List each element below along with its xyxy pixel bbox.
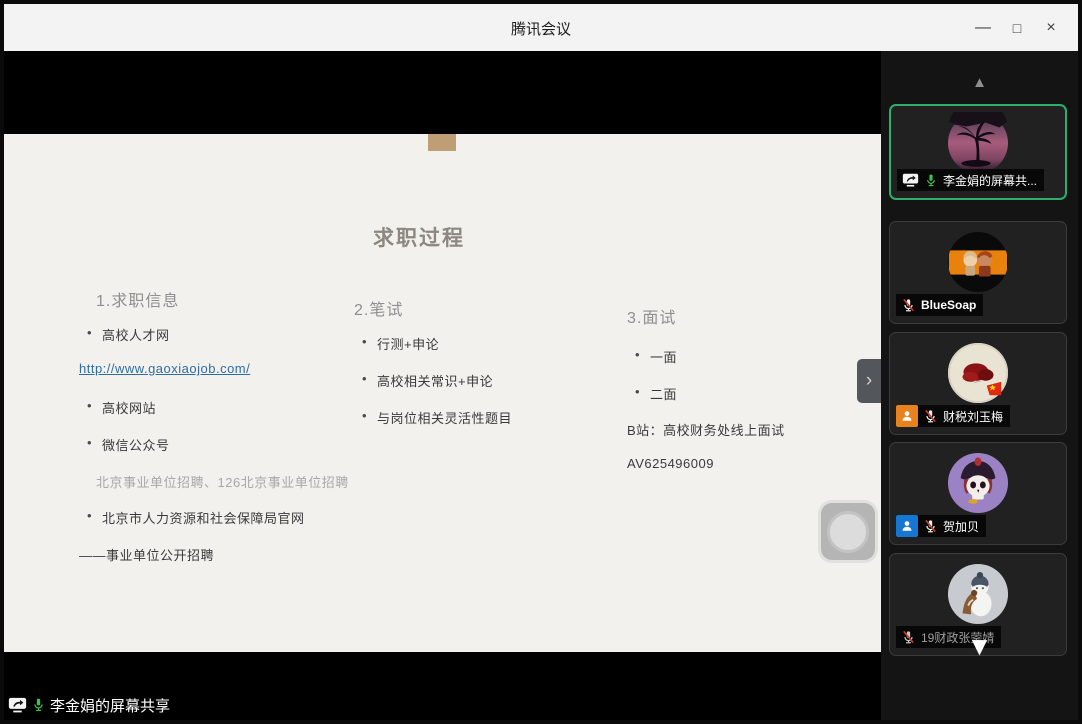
slide-col1-heading: 1.求职信息: [96, 287, 179, 311]
slide-title: 求职过程: [4, 222, 834, 252]
person-icon: [900, 519, 914, 533]
slide-link: http://www.gaoxiaojob.com/: [79, 361, 250, 376]
window-controls: — □ ×: [966, 4, 1068, 51]
slide-col1-item: 高校人才网: [102, 325, 170, 344]
slide-accent-square: [428, 134, 456, 151]
slide-col1-item: 高校网站: [102, 398, 156, 417]
maximize-button[interactable]: □: [1000, 13, 1034, 43]
slide-col3-heading: 3.面试: [627, 304, 676, 328]
slide-col3-line: AV625496009: [627, 456, 714, 471]
tencent-meeting-window: 腾讯会议 — □ × 求职过程 1.求职信息 高校人才网 http://www.…: [0, 0, 1082, 724]
minimize-icon: —: [975, 19, 991, 37]
slide-col1-dash-line: ——事业单位公开招聘: [79, 545, 214, 564]
scroll-down-button[interactable]: ▼: [881, 633, 1078, 659]
participant-tile-lijinjuan-share[interactable]: 李金娟的屏幕共...: [889, 104, 1067, 200]
shared-screen-stage: 求职过程 1.求职信息 高校人才网 http://www.gaoxiaojob.…: [4, 51, 881, 720]
member-badge-orange: [896, 405, 918, 427]
participant-name: BlueSoap: [921, 298, 976, 312]
screen-share-banner: 李金娟的屏幕共享: [8, 692, 170, 718]
window-title: 腾讯会议: [4, 18, 1078, 39]
slide-col1-note: 北京事业单位招聘、126北京事业单位招聘: [96, 472, 349, 491]
meeting-content: 求职过程 1.求职信息 高校人才网 http://www.gaoxiaojob.…: [4, 51, 1078, 720]
slide-col3-line: B站：高校财务处线上面试: [627, 420, 785, 439]
floating-pointer-control[interactable]: [821, 503, 875, 560]
scroll-up-button[interactable]: ▲: [881, 75, 1078, 90]
screen-share-icon: [8, 697, 27, 713]
collapse-sidebar-button[interactable]: ›: [857, 359, 881, 403]
slide-col2-heading: 2.笔试: [354, 296, 403, 320]
participant-label: 李金娟的屏幕共...: [897, 169, 1044, 191]
snowman-fox-avatar: [947, 563, 1009, 625]
slide-col2-item: 高校相关常识+申论: [377, 371, 493, 390]
slide-col1-item: 北京市人力资源和社会保障局官网: [102, 508, 305, 527]
mic-muted-icon: [923, 409, 938, 424]
slide-col1-item: 微信公众号: [102, 435, 170, 454]
participant-label: BlueSoap: [896, 294, 983, 316]
slide-col3-item: 二面: [650, 384, 677, 403]
minimize-button[interactable]: —: [966, 13, 1000, 43]
member-badge-blue: [896, 515, 918, 537]
mic-on-icon: [924, 173, 938, 188]
pointer-dot: [827, 511, 869, 553]
participant-name: 财税刘玉梅: [943, 408, 1003, 425]
mic-on-icon: [31, 697, 46, 713]
palm-sunset-avatar: [947, 112, 1009, 174]
mic-muted-icon: [901, 298, 916, 313]
participant-label: 贺加贝: [896, 515, 986, 537]
maximize-icon: □: [1013, 20, 1021, 36]
participant-name: 李金娟的屏幕共...: [943, 172, 1037, 189]
slide-col3-item: 一面: [650, 347, 677, 366]
mic-muted-icon: [923, 519, 938, 534]
close-icon: ×: [1046, 19, 1055, 37]
rose-avatar: [947, 342, 1009, 404]
participant-name: 贺加贝: [943, 518, 979, 535]
participants-sidebar: ▲: [881, 51, 1078, 720]
anime-duo-avatar: [947, 231, 1009, 293]
screen-share-icon: [902, 173, 919, 187]
participant-tile-hejiabei[interactable]: 贺加贝: [889, 442, 1067, 545]
share-banner-label: 李金娟的屏幕共享: [50, 695, 170, 716]
chevron-right-icon: ›: [866, 371, 872, 390]
slide-col2-item: 行测+申论: [377, 334, 439, 353]
participant-tile-bluesoap[interactable]: BlueSoap: [889, 221, 1067, 324]
person-icon: [900, 409, 914, 423]
close-button[interactable]: ×: [1034, 13, 1068, 43]
participant-label: 财税刘玉梅: [896, 405, 1010, 427]
participant-tile-caishui[interactable]: 财税刘玉梅: [889, 332, 1067, 435]
titlebar: 腾讯会议 — □ ×: [4, 4, 1078, 51]
skull-cartoon-avatar: [947, 452, 1009, 514]
shared-slide: 求职过程 1.求职信息 高校人才网 http://www.gaoxiaojob.…: [4, 134, 881, 652]
slide-col2-item: 与岗位相关灵活性题目: [377, 408, 512, 427]
